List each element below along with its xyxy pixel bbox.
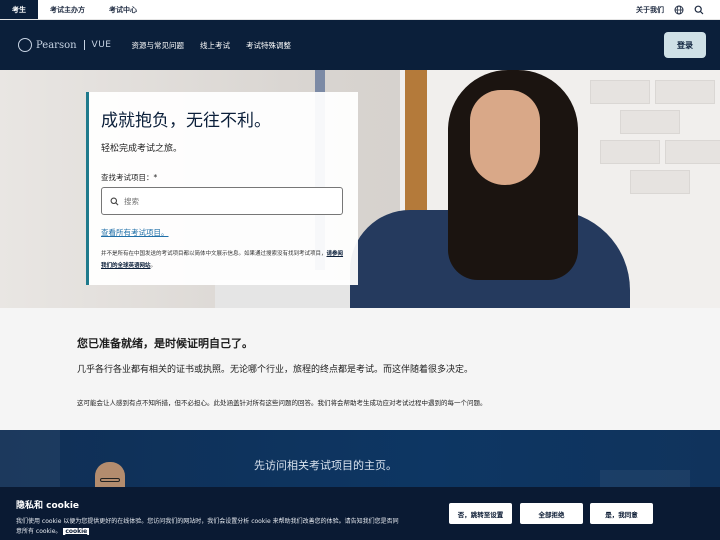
cookie-reject-all-button[interactable]: 全部拒绝 [520,503,583,524]
utility-tab-test-centers[interactable]: 考试中心 [97,0,149,19]
search-icon [110,197,119,205]
cookie-accept-button[interactable]: 是，我同意 [590,503,653,524]
logo-product: VUE [91,40,112,50]
cookie-settings-button[interactable]: 否，跳转至设置 [449,503,512,524]
globe-icon[interactable] [674,5,684,15]
hero: 成就抱负，无往不利。 轻松完成考试之旅。 查找考试项目：* 查看所有考试项目。 … [0,70,720,308]
ready-section: 您已准备就绪，是时候证明自己了。 几乎各行各业都有相关的证书或执照。无论哪个行业… [0,308,720,430]
pearson-vue-logo[interactable]: Pearson VUE [18,38,111,52]
search-icon[interactable] [694,5,704,15]
cookie-title: 隐私和 cookie [16,501,80,511]
language-note-end: 。 [150,263,157,269]
utility-tab-candidates[interactable]: 考生 [0,0,38,19]
logo-separator [83,40,85,50]
hero-person-face [470,90,540,185]
hero-title: 成就抱负，无往不利。 [101,111,271,131]
wall-brick [630,170,690,194]
cookie-policy-link[interactable]: cookie [63,528,90,535]
language-note-text: 并不是所有在中国发送的考试项目都以简体中文展示信息。如果通过搜索没有找到考试项目… [101,251,327,257]
nav-links: 资源与常见问题 线上考试 考试特殊调整 [131,40,291,51]
utility-tab-exam-sponsors[interactable]: 考试主办方 [38,0,97,19]
background-tile [0,430,60,490]
utility-bar: 考生 考试主办方 考试中心 关于我们 [0,0,720,20]
utility-right: 关于我们 [636,0,720,19]
wall-brick [620,110,680,134]
search-field-label: 查找考试项目：* [101,173,158,182]
wall-brick [665,140,720,164]
glasses-shape [100,478,120,482]
wall-brick [590,80,650,104]
exam-search-box[interactable] [101,187,343,215]
pearson-logo-icon [18,38,32,52]
about-us-link[interactable]: 关于我们 [636,5,664,15]
ready-lead: 几乎各行各业都有相关的证书或执照。无论哪个行业，旅程的终点都是考试。而这伴随着很… [77,365,474,375]
wall-brick [600,140,660,164]
hero-subtitle: 轻松完成考试之旅。 [101,144,183,154]
nav-link-accommodations[interactable]: 考试特殊调整 [246,40,291,51]
wall-brick [655,80,715,104]
cookie-banner: 隐私和 cookie 我们使用 cookie 以便为您提供更好的在线体验。您访问… [0,487,720,540]
ready-body: 这可能会让人感到有点不知所措，但不必担心。此处涵盖针对所有这些问题的回答。我们将… [77,399,487,407]
view-all-programs-link[interactable]: 查看所有考试项目。 [101,227,344,238]
logo-brand: Pearson [36,39,77,51]
nav-link-resources-faq[interactable]: 资源与常见问题 [131,40,184,51]
language-note: 并不是所有在中国发送的考试项目都以简体中文展示信息。如果通过搜索没有找到考试项目… [101,248,346,272]
program-home-heading: 先访问相关考试项目的主页。 [254,459,397,472]
cookie-text: 我们使用 cookie 以便为您提供更好的在线体验。您访问我们的网站时，我们会设… [16,517,401,537]
login-button[interactable]: 登录 [664,32,706,58]
ready-heading: 您已准备就绪，是时候证明自己了。 [77,337,253,350]
nav-link-online-exams[interactable]: 线上考试 [200,40,230,51]
main-nav: Pearson VUE 资源与常见问题 线上考试 考试特殊调整 登录 [0,20,720,70]
exam-search-input[interactable] [124,196,324,206]
exam-search-card: 成就抱负，无往不利。 轻松完成考试之旅。 查找考试项目：* 查看所有考试项目。 … [86,92,358,285]
